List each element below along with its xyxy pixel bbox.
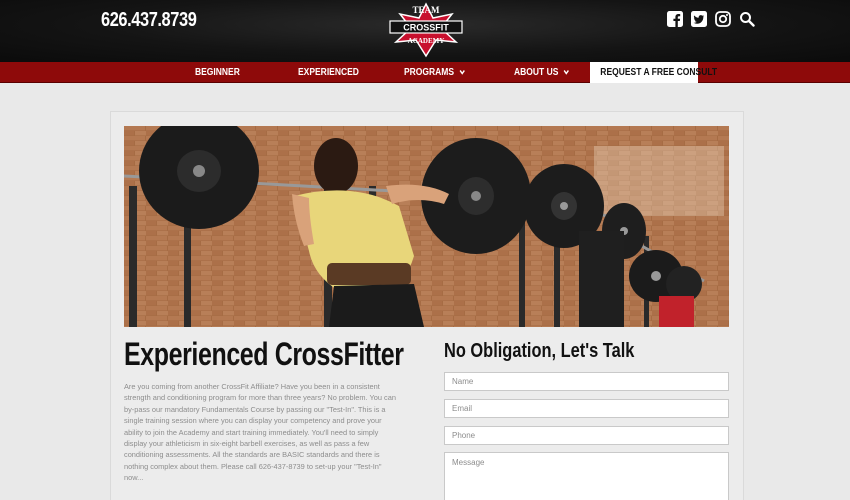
- main-nav: BEGINNER EXPERIENCED PROGRAMS ABOUT US: [0, 62, 850, 83]
- name-field[interactable]: [444, 372, 729, 391]
- search-icon[interactable]: [739, 11, 755, 27]
- instagram-icon[interactable]: [715, 11, 731, 27]
- phone-number[interactable]: 626.437.8739: [101, 9, 197, 32]
- page-title: Experienced CrossFitter: [124, 336, 404, 372]
- nav-item-beginner[interactable]: BEGINNER: [195, 62, 240, 83]
- nav-item-experienced[interactable]: EXPERIENCED: [298, 62, 359, 83]
- request-free-consult-button[interactable]: REQUEST A FREE CONSULT: [590, 62, 717, 83]
- site-header: 626.437.8739 TEAM CROSSFIT ACADEMY: [0, 0, 850, 62]
- logo-text-bottom: ACADEMY: [408, 37, 445, 45]
- nav-item-about-us[interactable]: ABOUT US: [514, 62, 569, 83]
- phone-field[interactable]: [444, 426, 729, 445]
- page-description: Are you coming from another CrossFit Aff…: [124, 382, 396, 483]
- nav-item-programs[interactable]: PROGRAMS: [404, 62, 465, 83]
- chevron-down-icon: [563, 68, 569, 77]
- message-field[interactable]: [444, 452, 729, 500]
- hero-image-barbell-squats: [124, 126, 729, 327]
- form-title: No Obligation, Let's Talk: [444, 340, 635, 362]
- chevron-down-icon: [459, 68, 465, 77]
- team-crossfit-academy-logo[interactable]: TEAM CROSSFIT ACADEMY: [386, 2, 466, 58]
- twitter-icon[interactable]: [691, 11, 707, 27]
- logo-text-middle: CROSSFIT: [403, 23, 449, 33]
- facebook-icon[interactable]: [667, 11, 683, 27]
- logo-text-top: TEAM: [413, 5, 441, 15]
- email-field[interactable]: [444, 399, 729, 418]
